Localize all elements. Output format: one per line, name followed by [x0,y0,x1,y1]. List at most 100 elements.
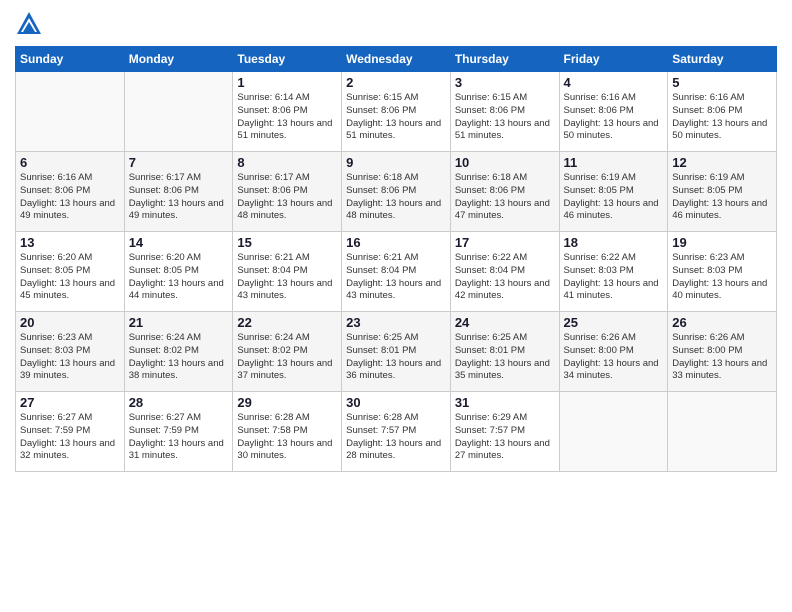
week-row-1: 1 Sunrise: 6:14 AM Sunset: 8:06 PM Daylig… [16,72,777,152]
day-info: Sunrise: 6:18 AM Sunset: 8:06 PM Dayligh… [455,172,555,223]
day-info: Sunrise: 6:23 AM Sunset: 8:03 PM Dayligh… [20,332,120,383]
day-cell: 22 Sunrise: 6:24 AM Sunset: 8:02 PM Dayli… [233,312,342,392]
day-info: Sunrise: 6:16 AM Sunset: 8:06 PM Dayligh… [672,92,772,143]
day-info: Sunrise: 6:16 AM Sunset: 8:06 PM Dayligh… [564,92,664,143]
day-number: 5 [672,75,772,90]
week-row-3: 13 Sunrise: 6:20 AM Sunset: 8:05 PM Dayli… [16,232,777,312]
day-info: Sunrise: 6:20 AM Sunset: 8:05 PM Dayligh… [129,252,229,303]
weekday-header-sunday: Sunday [16,47,125,72]
day-info: Sunrise: 6:19 AM Sunset: 8:05 PM Dayligh… [672,172,772,223]
day-info: Sunrise: 6:26 AM Sunset: 8:00 PM Dayligh… [564,332,664,383]
day-info: Sunrise: 6:28 AM Sunset: 7:57 PM Dayligh… [346,412,446,463]
header [15,10,777,38]
day-cell: 2Sunrise: 6:15 AM Sunset: 8:06 PM Daylig… [342,72,451,152]
day-info: Sunrise: 6:22 AM Sunset: 8:03 PM Dayligh… [564,252,664,303]
day-info: Sunrise: 6:28 AM Sunset: 7:58 PM Dayligh… [237,412,337,463]
day-number: 28 [129,395,229,410]
day-cell [16,72,125,152]
day-cell: 11 Sunrise: 6:19 AM Sunset: 8:05 PM Dayli… [559,152,668,232]
day-number: 4 [564,75,664,90]
day-number: 20 [20,315,120,330]
day-cell: 14 Sunrise: 6:20 AM Sunset: 8:05 PM Dayli… [124,232,233,312]
day-info: Sunrise: 6:16 AM Sunset: 8:06 PM Dayligh… [20,172,120,223]
day-cell: 16 Sunrise: 6:21 AM Sunset: 8:04 PM Dayli… [342,232,451,312]
day-cell: 18 Sunrise: 6:22 AM Sunset: 8:03 PM Dayli… [559,232,668,312]
day-cell: 30 Sunrise: 6:28 AM Sunset: 7:57 PM Dayli… [342,392,451,472]
day-cell: 13 Sunrise: 6:20 AM Sunset: 8:05 PM Dayli… [16,232,125,312]
day-number: 6 [20,155,120,170]
day-cell: 20 Sunrise: 6:23 AM Sunset: 8:03 PM Dayli… [16,312,125,392]
day-cell: 21Sunrise: 6:24 AM Sunset: 8:02 PM Dayli… [124,312,233,392]
day-info: Sunrise: 6:25 AM Sunset: 8:01 PM Dayligh… [455,332,555,383]
day-info: Sunrise: 6:17 AM Sunset: 8:06 PM Dayligh… [237,172,337,223]
day-cell [124,72,233,152]
day-number: 25 [564,315,664,330]
day-cell: 26 Sunrise: 6:26 AM Sunset: 8:00 PM Dayli… [668,312,777,392]
day-number: 3 [455,75,555,90]
day-number: 1 [237,75,337,90]
day-info: Sunrise: 6:23 AM Sunset: 8:03 PM Dayligh… [672,252,772,303]
day-cell: 1 Sunrise: 6:14 AM Sunset: 8:06 PM Daylig… [233,72,342,152]
day-info: Sunrise: 6:21 AM Sunset: 8:04 PM Dayligh… [346,252,446,303]
day-cell: 12 Sunrise: 6:19 AM Sunset: 8:05 PM Dayli… [668,152,777,232]
day-cell: 4 Sunrise: 6:16 AM Sunset: 8:06 PM Daylig… [559,72,668,152]
day-info: Sunrise: 6:17 AM Sunset: 8:06 PM Dayligh… [129,172,229,223]
week-row-2: 6 Sunrise: 6:16 AM Sunset: 8:06 PM Daylig… [16,152,777,232]
day-number: 26 [672,315,772,330]
day-cell: 31 Sunrise: 6:29 AM Sunset: 7:57 PM Dayli… [450,392,559,472]
day-cell: 9 Sunrise: 6:18 AM Sunset: 8:06 PM Daylig… [342,152,451,232]
weekday-header-saturday: Saturday [668,47,777,72]
day-info: Sunrise: 6:19 AM Sunset: 8:05 PM Dayligh… [564,172,664,223]
day-cell: 27Sunrise: 6:27 AM Sunset: 7:59 PM Dayli… [16,392,125,472]
day-info: Sunrise: 6:21 AM Sunset: 8:04 PM Dayligh… [237,252,337,303]
day-cell: 17Sunrise: 6:22 AM Sunset: 8:04 PM Dayli… [450,232,559,312]
day-number: 18 [564,235,664,250]
day-cell: 28 Sunrise: 6:27 AM Sunset: 7:59 PM Dayli… [124,392,233,472]
weekday-header-row: SundayMondayTuesdayWednesdayThursdayFrid… [16,47,777,72]
day-number: 30 [346,395,446,410]
day-cell: 6 Sunrise: 6:16 AM Sunset: 8:06 PM Daylig… [16,152,125,232]
day-number: 7 [129,155,229,170]
day-cell: 23Sunrise: 6:25 AM Sunset: 8:01 PM Dayli… [342,312,451,392]
day-number: 9 [346,155,446,170]
day-info: Sunrise: 6:18 AM Sunset: 8:06 PM Dayligh… [346,172,446,223]
day-number: 10 [455,155,555,170]
day-info: Sunrise: 6:24 AM Sunset: 8:02 PM Dayligh… [237,332,337,383]
day-info: Sunrise: 6:22 AM Sunset: 8:04 PM Dayligh… [455,252,555,303]
day-cell: 3 Sunrise: 6:15 AM Sunset: 8:06 PM Daylig… [450,72,559,152]
day-cell: 24 Sunrise: 6:25 AM Sunset: 8:01 PM Dayli… [450,312,559,392]
day-cell: 10 Sunrise: 6:18 AM Sunset: 8:06 PM Dayli… [450,152,559,232]
week-row-5: 27 Sunrise: 6:27 AM Sunset: 7:59 PM Dayli… [16,392,777,472]
day-number: 15 [237,235,337,250]
day-cell: 7 Sunrise: 6:17 AM Sunset: 8:06 PM Daylig… [124,152,233,232]
day-cell [559,392,668,472]
day-number: 8 [237,155,337,170]
weekday-header-friday: Friday [559,47,668,72]
calendar-table: SundayMondayTuesdayWednesdayThursdayFrid… [15,46,777,472]
day-number: 14 [129,235,229,250]
day-number: 21 [129,315,229,330]
day-info: Sunrise: 6:26 AM Sunset: 8:00 PM Dayligh… [672,332,772,383]
day-info: Sunrise: 6:14 AM Sunset: 8:06 PM Dayligh… [237,92,337,143]
day-info: Sunrise: 6:29 AM Sunset: 7:57 PM Dayligh… [455,412,555,463]
weekday-header-monday: Monday [124,47,233,72]
day-number: 13 [20,235,120,250]
day-number: 12 [672,155,772,170]
day-number: 31 [455,395,555,410]
day-number: 27 [20,395,120,410]
day-info: Sunrise: 6:15 AM Sunset: 8:06 PM Dayligh… [455,92,555,143]
day-cell: 25 Sunrise: 6:26 AM Sunset: 8:00 PM Dayli… [559,312,668,392]
day-info: Sunrise: 6:27 AM Sunset: 7:59 PM Dayligh… [129,412,229,463]
day-cell [668,392,777,472]
day-number: 24 [455,315,555,330]
weekday-header-thursday: Thursday [450,47,559,72]
week-row-4: 20 Sunrise: 6:23 AM Sunset: 8:03 PM Dayli… [16,312,777,392]
logo [15,10,47,38]
weekday-header-tuesday: Tuesday [233,47,342,72]
day-number: 16 [346,235,446,250]
logo-icon [15,10,43,38]
day-number: 22 [237,315,337,330]
day-info: Sunrise: 6:20 AM Sunset: 8:05 PM Dayligh… [20,252,120,303]
day-number: 11 [564,155,664,170]
day-number: 23 [346,315,446,330]
